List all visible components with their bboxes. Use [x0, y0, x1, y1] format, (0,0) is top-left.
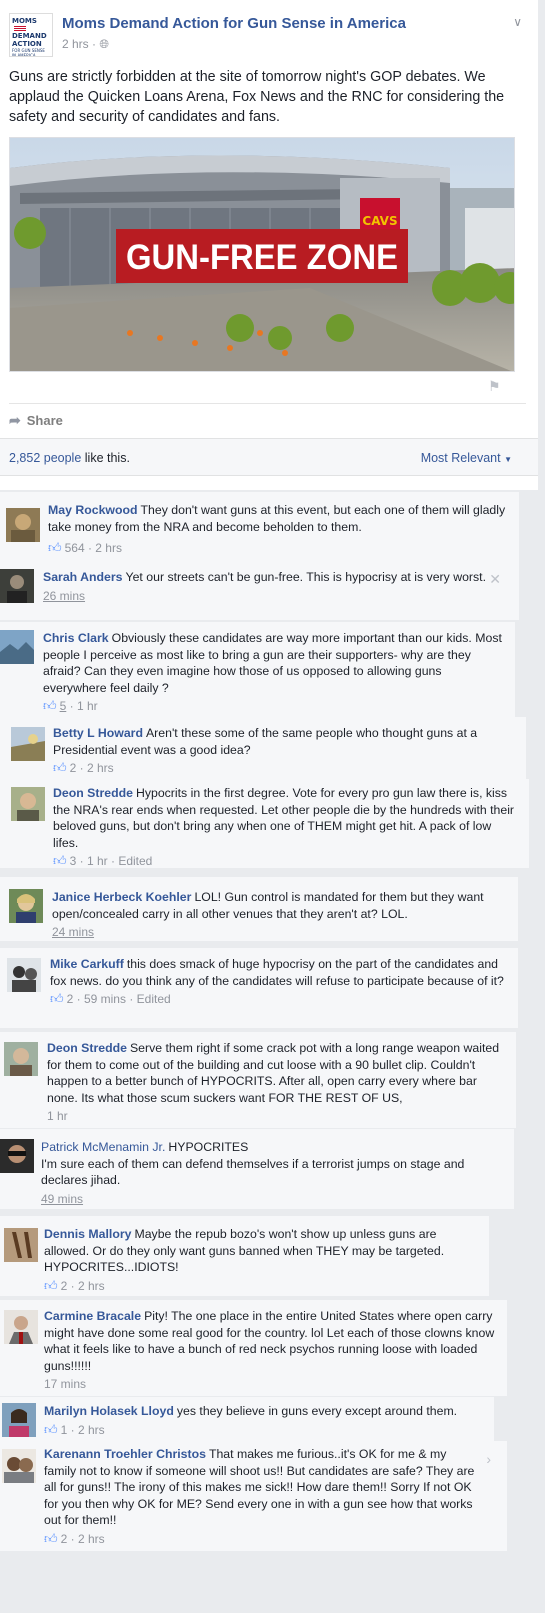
- avatar[interactable]: [4, 1042, 38, 1076]
- comment-item: Carmine Bracale Pity! The one place in th…: [0, 1300, 507, 1396]
- comment-item: Betty L Howard Aren't these some of the s…: [0, 717, 526, 779]
- comment-body: May Rockwood They don't want guns at this…: [48, 502, 509, 557]
- close-icon[interactable]: ✕: [489, 571, 501, 588]
- globe-icon: 🌐︎: [99, 37, 109, 51]
- comment-body: Karenann Troehler Christos That makes me …: [44, 1446, 477, 1547]
- page-logo[interactable]: MOMS DEMAND ACTION FOR GUN SENSE IN AMER…: [9, 13, 53, 57]
- divider: [9, 403, 526, 404]
- likes-bar: 2,852 people like this. Most Relevant ▼: [0, 438, 538, 476]
- commenter-name[interactable]: May Rockwood: [48, 503, 138, 517]
- thumbs-up-icon[interactable]: 👍︎: [48, 540, 62, 557]
- comment-item: Deon Stredde Serve them right if some cra…: [0, 1032, 516, 1128]
- avatar[interactable]: [2, 1449, 36, 1483]
- post-card: MOMS DEMAND ACTION FOR GUN SENSE IN AMER…: [0, 0, 538, 490]
- comment-meta: 👍︎ 2 · 2 hrs: [53, 760, 114, 777]
- post-text: Guns are strictly forbidden at the site …: [9, 69, 505, 125]
- comment-body: Betty L Howard Aren't these some of the s…: [53, 725, 516, 777]
- comment-meta: 17 mins: [44, 1377, 87, 1391]
- commenter-name[interactable]: Dennis Mallory: [44, 1227, 131, 1241]
- thumbs-up-icon[interactable]: 👍︎: [53, 760, 67, 777]
- commenter-name[interactable]: Chris Clark: [43, 631, 109, 645]
- comment-item: Janice Herbeck Koehler LOL! Gun control i…: [0, 877, 518, 941]
- comment-meta: 👍︎ 2 · 2 hrs: [44, 1530, 105, 1548]
- thumbs-up-icon[interactable]: 👍︎: [53, 853, 67, 870]
- comment-body: Mike Carkuff this does smack of huge hypo…: [50, 956, 508, 1008]
- comment-meta: 👍︎ 564 · 2 hrs: [48, 540, 122, 557]
- avatar[interactable]: [9, 889, 43, 923]
- comment-item: Patrick McMenamin Jr. HYPOCRITES I'm sure…: [0, 1129, 514, 1209]
- chevron-down-icon[interactable]: ∨: [513, 15, 522, 29]
- comment-body: Chris Clark Obviously these candidates ar…: [43, 630, 505, 715]
- commenter-name[interactable]: Janice Herbeck Koehler: [52, 890, 191, 904]
- comment-text: Yet our streets can't be gun-free. This …: [125, 570, 486, 584]
- comment-meta: 1 hr: [47, 1109, 68, 1123]
- thumbs-up-icon[interactable]: 👍︎: [44, 1531, 58, 1548]
- comment-meta: 26 mins: [43, 588, 86, 603]
- comment-item: Deon Stredde Hypocrits in the first degre…: [0, 779, 529, 868]
- commenter-name[interactable]: Deon Stredde: [47, 1041, 127, 1055]
- post-timestamp[interactable]: 2 hrs · 🌐︎: [62, 37, 109, 52]
- comment-item: Mike Carkuff this does smack of huge hypo…: [0, 948, 518, 1028]
- thumbs-up-icon[interactable]: 👍︎: [50, 991, 64, 1008]
- thumbs-up-icon[interactable]: 👍︎: [44, 1422, 58, 1439]
- comment-item: Karenann Troehler Christos That makes me …: [0, 1441, 507, 1551]
- arena-sign: CAVS: [362, 214, 397, 228]
- comment-body: Marilyn Holasek Lloyd yes they believe in…: [44, 1403, 484, 1438]
- avatar[interactable]: [4, 1228, 38, 1262]
- commenter-name[interactable]: Carmine Bracale: [44, 1309, 141, 1323]
- comment-text: yes they believe in guns every except ar…: [176, 1404, 458, 1418]
- thumbs-up-icon[interactable]: 👍︎: [43, 698, 57, 715]
- commenter-name[interactable]: Betty L Howard: [53, 726, 143, 740]
- comment-body: Carmine Bracale Pity! The one place in th…: [44, 1308, 497, 1393]
- commenter-name[interactable]: Marilyn Holasek Lloyd: [44, 1404, 174, 1418]
- comment-body: Patrick McMenamin Jr. HYPOCRITES I'm sure…: [41, 1139, 504, 1207]
- avatar[interactable]: [11, 787, 45, 821]
- comment-text: Obviously these candidates are way more …: [43, 631, 502, 695]
- comment-body: Dennis Mallory Maybe the repub bozo's won…: [44, 1226, 479, 1294]
- comment-meta: 49 mins: [41, 1191, 84, 1206]
- comment-item: Chris Clark Obviously these candidates ar…: [0, 622, 515, 717]
- avatar[interactable]: [6, 508, 40, 542]
- commenter-name[interactable]: Sarah Anders: [43, 570, 123, 584]
- comment-body: Sarah Anders Yet our streets can't be gun…: [43, 569, 509, 604]
- comment-body: Deon Stredde Serve them right if some cra…: [47, 1040, 506, 1125]
- commenter-name[interactable]: Karenann Troehler Christos: [44, 1447, 206, 1461]
- comment-meta: 👍︎ 1 · 2 hrs: [44, 1421, 105, 1439]
- comment-body: Deon Stredde Hypocrits in the first degre…: [53, 785, 519, 870]
- commenter-name[interactable]: Mike Carkuff: [50, 957, 124, 971]
- likes-count-link[interactable]: 2,852 people: [9, 451, 81, 465]
- post-image[interactable]: CAVS GUN-FREE ZONE: [9, 137, 515, 372]
- comment-meta: 👍︎ 2 · 59 mins · Edited: [50, 991, 171, 1008]
- avatar[interactable]: [2, 1403, 36, 1437]
- avatar[interactable]: [4, 1310, 38, 1344]
- thumbs-up-icon[interactable]: 👍︎: [44, 1278, 58, 1295]
- comment-item: Marilyn Holasek Lloyd yes they believe in…: [0, 1397, 494, 1441]
- page-name-link[interactable]: Moms Demand Action for Gun Sense in Amer…: [62, 15, 406, 32]
- chevron-right-icon[interactable]: ›: [486, 1451, 491, 1468]
- comment-item: Dennis Mallory Maybe the repub bozo's won…: [0, 1216, 489, 1296]
- avatar[interactable]: [11, 727, 45, 761]
- share-button[interactable]: ➦ Share: [9, 412, 63, 429]
- comment-meta: 👍︎ 5 · 1 hr: [43, 698, 98, 715]
- comment-item: May Rockwood They don't want guns at this…: [0, 492, 519, 563]
- gun-free-zone-banner: GUN-FREE ZONE: [126, 238, 398, 277]
- avatar[interactable]: [7, 958, 41, 992]
- comment-meta: 👍︎ 3 · 1 hr · Edited: [53, 853, 153, 870]
- flag-icon[interactable]: ⚑: [488, 378, 501, 395]
- avatar[interactable]: [0, 1139, 34, 1173]
- likes-summary: 2,852 people like this.: [9, 451, 130, 465]
- comment-meta: 👍︎ 2 · 2 hrs: [44, 1277, 105, 1295]
- sort-dropdown[interactable]: Most Relevant ▼: [421, 451, 512, 465]
- avatar[interactable]: [0, 630, 34, 664]
- avatar[interactable]: [0, 569, 34, 603]
- comment-body: Janice Herbeck Koehler LOL! Gun control i…: [52, 889, 508, 941]
- commenter-name[interactable]: Deon Stredde: [53, 786, 133, 800]
- comment-meta: 24 mins: [52, 925, 95, 939]
- comment-item: Sarah Anders Yet our streets can't be gun…: [0, 563, 519, 620]
- caret-down-icon: ▼: [504, 455, 512, 464]
- share-arrow-icon: ➦: [9, 412, 21, 428]
- commenter-name[interactable]: Patrick McMenamin Jr.: [41, 1140, 165, 1154]
